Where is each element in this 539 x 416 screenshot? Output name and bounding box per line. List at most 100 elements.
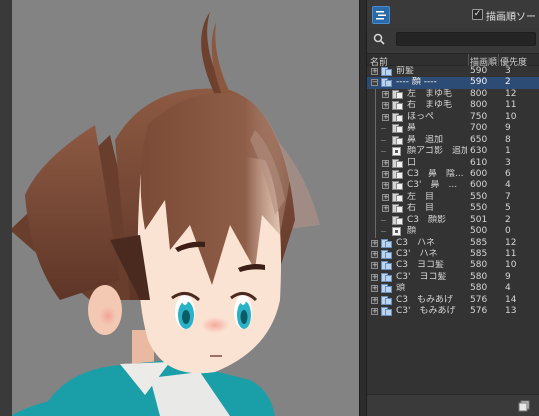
part-name: C3' ハネ	[396, 249, 438, 259]
part-row[interactable]: + C3 ハネ 585 12	[367, 238, 539, 249]
part-row[interactable]: 顔 500 0	[367, 226, 539, 239]
part-name: 口	[407, 157, 417, 168]
collapse-icon[interactable]: −	[371, 79, 378, 87]
part-draw-order: 585	[470, 237, 488, 248]
part-priority: 7	[505, 191, 511, 202]
parts-panel: ✓ 描画順ソート 名前 描画順 優先度 + 前髪 590 3 − ---- 顔 ---- 5…	[367, 0, 539, 416]
part-name: 右 目	[407, 203, 435, 214]
part-draw-order: 650	[470, 134, 488, 145]
part-row[interactable]: 鼻 追加 650 8	[367, 134, 539, 147]
part-row[interactable]: + C3 もみあげ 576 14	[367, 295, 539, 306]
canvas-paper[interactable]	[12, 0, 359, 416]
part-row[interactable]: C3 顔影 501 2	[367, 214, 539, 227]
part-row[interactable]: + C3' もみあげ 576 13	[367, 306, 539, 317]
tree-line	[375, 146, 376, 159]
search-row	[367, 28, 539, 50]
expand-icon[interactable]: +	[382, 182, 389, 190]
part-priority: 12	[505, 88, 517, 99]
part-row[interactable]: + 右 まゆ毛 800 11	[367, 100, 539, 113]
tree-line	[375, 180, 376, 193]
expand-icon[interactable]: +	[371, 285, 378, 293]
part-icon	[392, 112, 403, 122]
part-row[interactable]: + C3' ハネ 585 11	[367, 249, 539, 260]
draw-order-sort-checkbox[interactable]: ✓	[472, 9, 483, 20]
part-draw-order: 630	[470, 146, 488, 157]
tree-line	[375, 134, 376, 147]
part-folder-icon	[381, 295, 392, 305]
expand-icon[interactable]: +	[382, 113, 389, 121]
part-draw-order: 576	[470, 294, 488, 305]
expand-icon[interactable]: +	[371, 273, 378, 281]
tree-branch	[381, 128, 386, 130]
draw-order-sort-label: 描画順ソート	[486, 12, 539, 23]
part-folder-icon	[381, 307, 392, 317]
part-icon	[392, 101, 403, 111]
part-row[interactable]: + 左 まゆ毛 800 12	[367, 88, 539, 101]
part-draw-order: 750	[470, 111, 488, 122]
part-name: 鼻 追加	[407, 134, 444, 145]
part-priority: 3	[505, 157, 511, 168]
part-row[interactable]: + C3 鼻 陰... 600 6	[367, 168, 539, 181]
panel-divider[interactable]	[359, 0, 367, 416]
part-draw-order: 580	[470, 260, 488, 271]
canvas-viewport[interactable]	[0, 0, 359, 416]
part-name: 顔アゴ影 追加	[407, 146, 467, 157]
part-folder-icon	[381, 284, 392, 294]
part-row[interactable]: 鼻 700 9	[367, 123, 539, 136]
part-row[interactable]: − ---- 顔 ---- 590 2	[367, 77, 539, 89]
search-input[interactable]	[396, 32, 536, 46]
part-row[interactable]: 顔アゴ影 追加 630 1	[367, 146, 539, 159]
expand-icon[interactable]: +	[382, 90, 389, 98]
expand-icon[interactable]: +	[371, 68, 378, 75]
part-priority: 11	[505, 249, 517, 259]
expand-icon[interactable]: +	[371, 239, 378, 247]
part-icon	[392, 204, 403, 214]
part-priority: 4	[505, 283, 511, 294]
part-draw-order: 550	[470, 203, 488, 214]
part-row[interactable]: + 口 610 3	[367, 157, 539, 170]
part-list[interactable]: + 前髪 590 3− ---- 顔 ---- 590 2 + 左 まゆ毛 800 12 + 右 まゆ毛…	[367, 66, 539, 394]
tree-branch	[381, 231, 386, 233]
part-draw-order: 580	[470, 283, 488, 294]
part-name: 顔	[407, 226, 417, 237]
expand-icon[interactable]: +	[371, 262, 378, 270]
sort-toggle-button[interactable]	[372, 6, 390, 24]
expand-icon[interactable]: +	[371, 251, 378, 258]
column-header: 名前 描画順 優先度	[367, 53, 539, 68]
part-priority: 13	[505, 306, 517, 317]
new-part-icon[interactable]	[518, 400, 530, 412]
part-row[interactable]: + ほっぺ 750 10	[367, 111, 539, 124]
part-row[interactable]: + 右 目 550 5	[367, 203, 539, 216]
character-illustration	[12, 12, 320, 416]
part-row[interactable]: + C3' 鼻 ... 600 4	[367, 180, 539, 193]
part-folder-icon	[381, 67, 392, 76]
expand-icon[interactable]: +	[371, 308, 378, 316]
part-name: ---- 顔 ----	[396, 77, 437, 88]
expand-icon[interactable]: +	[382, 102, 389, 110]
part-folder-icon	[381, 238, 392, 248]
part-row[interactable]: + 左 目 550 7	[367, 191, 539, 204]
part-folder-icon	[381, 272, 392, 282]
expand-icon[interactable]: +	[371, 296, 378, 304]
part-draw-order: 590	[470, 77, 488, 88]
part-row[interactable]: + 頭 580 4	[367, 283, 539, 294]
part-name: C3' 鼻 ...	[407, 180, 458, 191]
part-name: 頭	[396, 283, 406, 294]
part-draw-order: 501	[470, 214, 488, 225]
tree-line	[375, 168, 376, 181]
part-row[interactable]: + 前髪 590 3	[367, 66, 539, 77]
part-name: 前髪	[396, 66, 415, 76]
expand-icon[interactable]: +	[382, 159, 389, 167]
part-draw-order: 580	[470, 271, 488, 282]
part-draw-order: 585	[470, 249, 488, 259]
sort-icon	[376, 11, 386, 20]
expand-icon[interactable]: +	[382, 193, 389, 201]
expand-icon[interactable]: +	[382, 205, 389, 213]
part-row[interactable]: + C3' ヨコ髪 580 9	[367, 272, 539, 283]
part-priority: 3	[505, 66, 511, 76]
expand-icon[interactable]: +	[382, 170, 389, 178]
part-name: 鼻	[407, 123, 417, 134]
part-name: C3 顔影	[407, 214, 447, 225]
part-folder-icon	[381, 250, 392, 259]
part-row[interactable]: + C3 ヨコ髪 580 10	[367, 260, 539, 271]
